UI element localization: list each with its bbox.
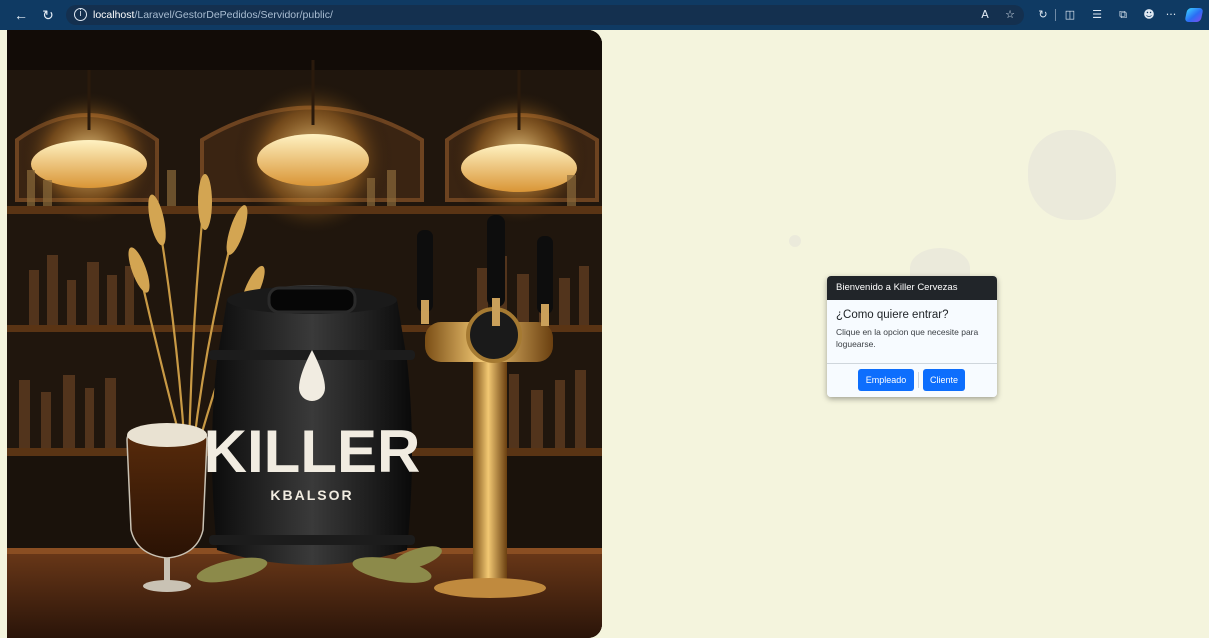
dialog-header: Bienvenido a Killer Cervezas xyxy=(827,276,997,300)
dialog-text: Clique en la opcion que necesite para lo… xyxy=(836,327,979,349)
favorite-star-icon[interactable]: ☆ xyxy=(1003,8,1017,22)
url-text[interactable]: localhost/Laravel/GestorDePedidos/Servid… xyxy=(93,8,333,22)
keg-logo-text: KILLER xyxy=(204,418,421,485)
url-host: localhost xyxy=(93,9,135,21)
dialog-footer: Empleado Cliente xyxy=(827,364,997,397)
empleado-button[interactable]: Empleado xyxy=(858,369,914,391)
more-icon[interactable]: ··· xyxy=(1164,8,1178,22)
read-aloud-icon[interactable]: A xyxy=(978,8,992,22)
refresh-icon[interactable]: ↻ xyxy=(40,7,56,23)
cliente-button[interactable]: Cliente xyxy=(923,369,965,391)
back-arrow-icon[interactable]: ← xyxy=(13,7,29,23)
dialog-body: ¿Como quiere entrar? Clique en la opcion… xyxy=(827,300,997,364)
login-choice-dialog: Bienvenido a Killer Cervezas ¿Como quier… xyxy=(827,276,997,397)
split-screen-icon[interactable]: ◫ xyxy=(1063,8,1077,22)
button-divider xyxy=(918,372,919,388)
feedback-icon[interactable]: ☻ xyxy=(1142,8,1156,22)
toolbar-divider xyxy=(1055,9,1056,21)
address-bar[interactable]: i localhost/Laravel/GestorDePedidos/Serv… xyxy=(66,5,1024,25)
beer-bar-illustration: KILLER KBALSOR xyxy=(7,30,602,638)
decorative-dot xyxy=(789,235,801,247)
browser-toolbar: ← ↻ i localhost/Laravel/GestorDePedidos/… xyxy=(0,0,1209,30)
page-viewport: KILLER KBALSOR Bienvenido a Killer Cerve… xyxy=(7,30,1209,638)
favorites-list-icon[interactable]: ☰ xyxy=(1090,8,1104,22)
extensions-icon[interactable]: ↻ xyxy=(1036,8,1050,22)
copilot-icon[interactable] xyxy=(1184,8,1204,22)
hero-image: KILLER KBALSOR xyxy=(7,30,602,638)
info-icon[interactable]: i xyxy=(74,8,87,21)
dialog-title: ¿Como quiere entrar? xyxy=(836,309,949,321)
collections-icon[interactable]: ⧉ xyxy=(1116,8,1130,22)
decorative-blob xyxy=(1028,130,1116,220)
url-path: /Laravel/GestorDePedidos/Servidor/public… xyxy=(134,9,333,21)
keg-logo-subtext: KBALSOR xyxy=(270,487,353,503)
